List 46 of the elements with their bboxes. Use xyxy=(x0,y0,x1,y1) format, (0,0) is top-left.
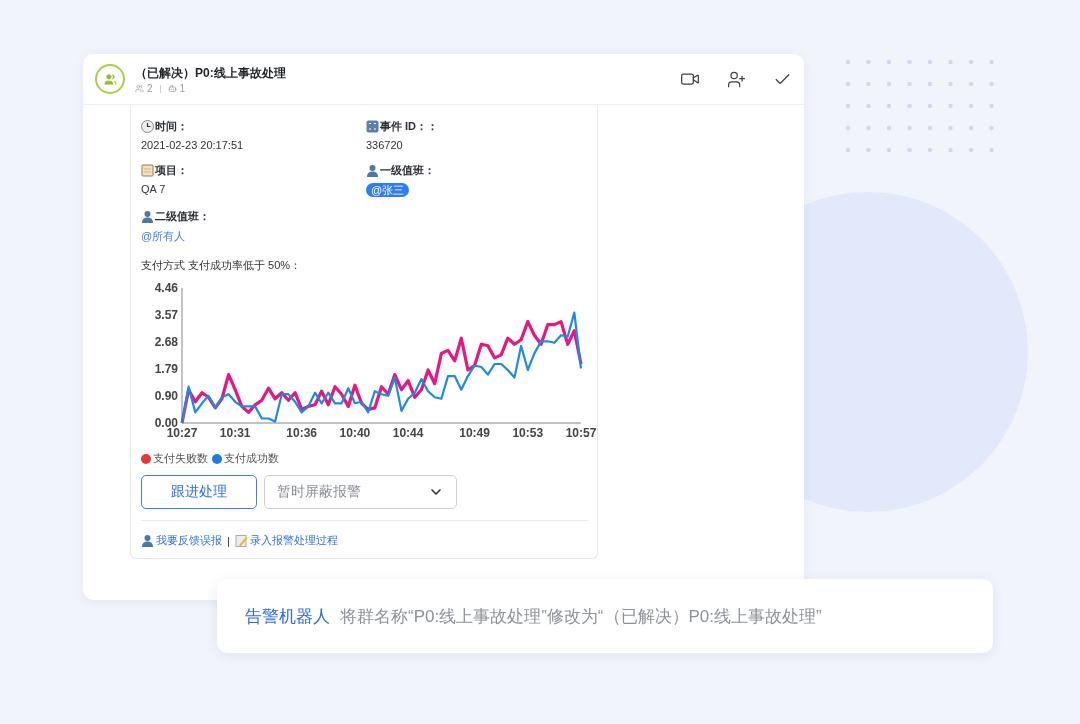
field-label: 事件 ID：： xyxy=(380,119,439,134)
field-label: 时间： xyxy=(155,119,188,134)
legend-label: 支付成功数 xyxy=(224,451,279,466)
action-link[interactable]: 录入报警处理过程 xyxy=(249,533,338,548)
person-icon xyxy=(366,164,379,177)
x-tick-label: 10:40 xyxy=(339,426,371,440)
chart-caption: 支付方式 支付成功率低于 50%： xyxy=(141,258,303,273)
member-count: 2 xyxy=(147,83,153,94)
members-icon xyxy=(135,84,144,93)
x-tick-label: 10:44 xyxy=(392,426,424,440)
number-keys-icon xyxy=(366,120,379,133)
notice-text: 将群名称“P0:线上事故处理”修改为“（已解决）P0:线上事故处理” xyxy=(340,605,822,628)
x-tick-label: 10:31 xyxy=(219,426,251,440)
robot-icon xyxy=(167,84,177,93)
clock-icon xyxy=(141,120,154,133)
person-icon xyxy=(141,534,154,547)
y-tick-label: 3.57 xyxy=(154,307,179,322)
sender-name: 告警机器人 xyxy=(245,605,330,628)
follow-up-button[interactable]: 跟进处理 xyxy=(141,475,257,509)
x-tick-label: 10:57 xyxy=(565,426,597,440)
clipboard-icon xyxy=(141,164,154,177)
memo-icon xyxy=(234,534,248,547)
mention-link[interactable]: @所有人 xyxy=(141,229,366,244)
field-value: 2021-02-23 20:17:51 xyxy=(141,139,245,151)
chat-title: （已解决）P0:线上事故处理 xyxy=(135,64,287,82)
y-tick-label: 2.68 xyxy=(154,334,179,349)
field-value: QA 7 xyxy=(141,183,167,195)
bot-count: 1 xyxy=(179,83,186,94)
x-tick-label: 10:49 xyxy=(459,426,491,440)
x-tick-label: 10:53 xyxy=(512,426,544,440)
x-tick-label: 10:36 xyxy=(286,426,318,440)
y-tick-label: 1.79 xyxy=(154,361,179,376)
action-link[interactable]: 我要反馈误报 xyxy=(156,533,222,548)
mention-tag[interactable]: @张三 xyxy=(366,183,410,197)
add-member-icon[interactable] xyxy=(727,69,746,89)
field-label: 二级值班： xyxy=(155,209,210,224)
field-label: 项目： xyxy=(155,163,188,178)
y-tick-label: 4.46 xyxy=(154,281,179,295)
field-label: 一级值班： xyxy=(380,163,435,178)
legend-label: 支付失败数 xyxy=(153,451,208,466)
y-tick-label: 0.90 xyxy=(154,388,179,403)
person-icon xyxy=(141,210,154,223)
group-icon xyxy=(103,72,117,86)
mute-alert-select[interactable]: 暂时屏蔽报警 xyxy=(264,475,457,509)
field-value: 336720 xyxy=(366,139,404,151)
link-separator: | xyxy=(227,534,230,547)
